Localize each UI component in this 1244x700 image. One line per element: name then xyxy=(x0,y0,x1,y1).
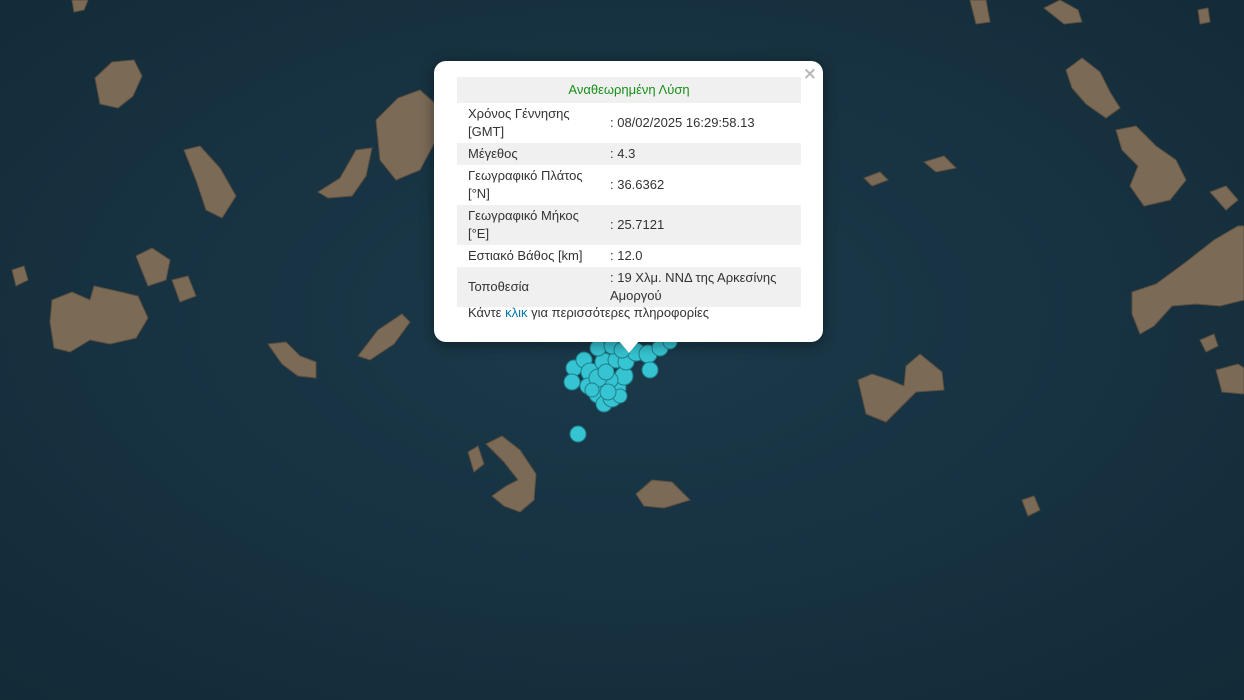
popup-title: Αναθεωρημένη Λύση xyxy=(568,82,690,97)
epicenter-marker xyxy=(597,363,615,381)
epicenter-marker xyxy=(641,361,659,379)
epicenter-marker xyxy=(569,425,587,443)
longitude-value: : 25.7121 xyxy=(610,217,665,232)
more-info-text: Κάντε κλικ για περισσότερες πληροφορίες xyxy=(468,305,709,320)
more-info-prefix: Κάντε xyxy=(468,305,506,320)
more-info-link[interactable]: κλικ xyxy=(505,305,527,320)
magnitude-label: Μέγεθος xyxy=(468,146,518,161)
table-row: Χρόνος Γέννησης [GMT] : 08/02/2025 16:29… xyxy=(457,103,801,143)
depth-label: Εστιακό Βάθος [km] xyxy=(468,248,583,263)
origin-time-value: : 08/02/2025 16:29:58.13 xyxy=(610,115,755,130)
table-row: Γεωγραφικό Μήκος [°E] : 25.7121 xyxy=(457,205,801,245)
earthquake-info-popup: × Αναθεωρημένη Λύση Χρόνος Γέννησης [GMT… xyxy=(434,61,823,342)
table-row: Μέγεθος : 4.3 xyxy=(457,143,801,165)
epicenter-marker xyxy=(563,373,581,391)
origin-time-label: Χρόνος Γέννησης [GMT] xyxy=(468,106,570,139)
longitude-label: Γεωγραφικό Μήκος [°E] xyxy=(468,208,579,241)
close-icon[interactable]: × xyxy=(803,65,817,83)
latitude-value: : 36.6362 xyxy=(610,177,665,192)
earthquake-details-table: Αναθεωρημένη Λύση Χρόνος Γέννησης [GMT] … xyxy=(457,77,801,307)
more-info-suffix: για περισσότερες πληροφορίες xyxy=(527,305,710,320)
table-row: Εστιακό Βάθος [km] : 12.0 xyxy=(457,245,801,267)
popup-pointer xyxy=(619,341,639,353)
location-label: Τοποθεσία xyxy=(468,279,530,294)
location-value: : 19 Χλμ. ΝΝΔ της Αρκεσίνης Αμοργού xyxy=(610,270,777,303)
epicenter-marker xyxy=(584,382,600,398)
epicenter-marker xyxy=(589,339,607,357)
latitude-label: Γεωγραφικό Πλάτος [°N] xyxy=(468,168,583,201)
table-row: Τοποθεσία : 19 Χλμ. ΝΝΔ της Αρκεσίνης Αμ… xyxy=(457,267,801,307)
island xyxy=(1197,7,1211,25)
table-row: Αναθεωρημένη Λύση xyxy=(457,77,801,103)
depth-value: : 12.0 xyxy=(610,248,643,263)
table-row: Γεωγραφικό Πλάτος [°N] : 36.6362 xyxy=(457,165,801,205)
magnitude-value: : 4.3 xyxy=(610,146,636,161)
epicenter-marker xyxy=(599,383,617,401)
